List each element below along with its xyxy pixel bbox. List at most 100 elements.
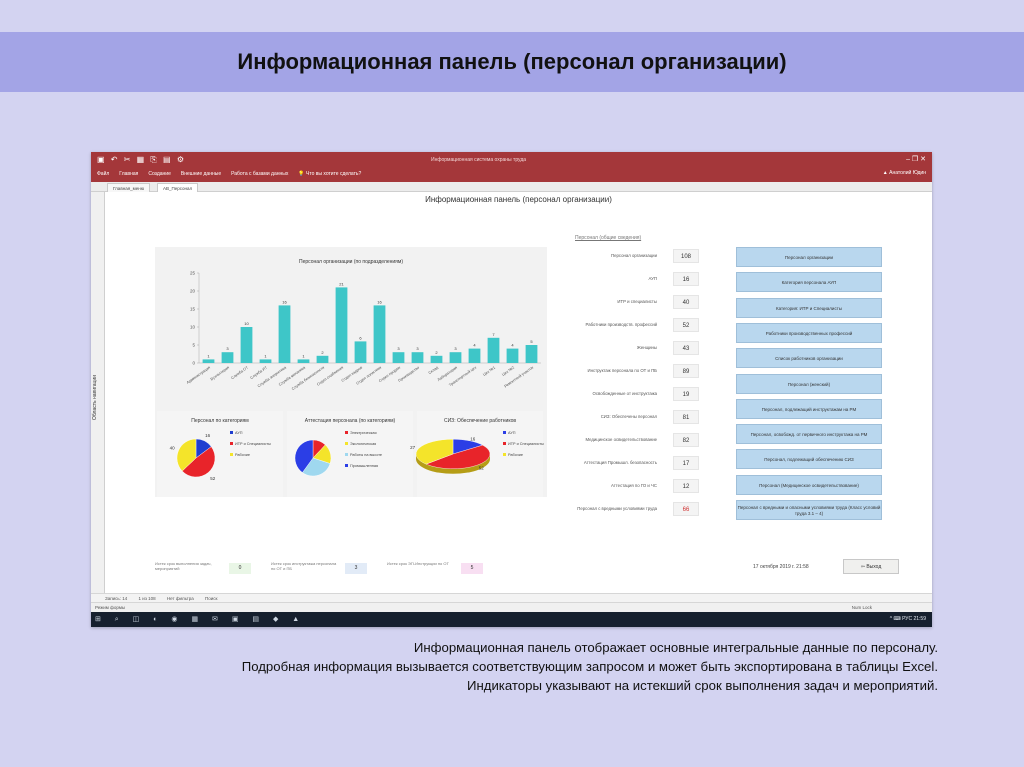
pie-chart: СИЗ: Обеспечение работников 16 52 27 АУП ИТР …	[410, 411, 544, 497]
report-button[interactable]: Категория: ИТР и Специалисты	[736, 297, 882, 318]
stat-value: 17	[673, 456, 699, 470]
doc-tab-main-menu[interactable]: Главная_меню	[107, 183, 151, 192]
legend-swatch	[503, 453, 506, 456]
pie-title: СИЗ: Обеспечение работников	[444, 418, 516, 424]
report-button[interactable]: Персонал (женский)	[736, 373, 882, 394]
legend-label: ИТР и Специалисты	[508, 442, 544, 446]
record-navigator: Запись: 14 1 из 108 Нет фильтра Поиск	[91, 593, 932, 602]
pie-data-label: 16	[205, 433, 211, 438]
stats-header[interactable]: Персонал (общие сведения)	[575, 235, 641, 241]
pie-data-label: 52	[210, 476, 216, 481]
legend-swatch	[345, 453, 348, 456]
window-controls[interactable]: – ❐ ✕	[906, 155, 926, 163]
caption-line-2: Подробная информация вызывается соответс…	[241, 659, 938, 674]
legend-label: Электрическая	[350, 431, 377, 435]
status-bar: Режим формы Num Lock	[91, 602, 932, 612]
report-button[interactable]: Персонал, освобожд. от первичного инстру…	[736, 424, 882, 445]
bar	[468, 348, 481, 363]
legend-swatch	[345, 431, 348, 434]
stat-row: Освобожденные от инструктажа 19	[571, 387, 701, 402]
stat-value: 82	[673, 433, 699, 447]
stat-value: 19	[673, 387, 699, 401]
stat-label: Работники производств. профессий	[585, 322, 657, 327]
report-button[interactable]: Работники производственных профессий	[736, 322, 882, 343]
menu-file[interactable]: Файл	[97, 171, 109, 177]
record-search[interactable]: Поиск	[205, 596, 217, 601]
exit-icon: ⇦	[860, 564, 865, 570]
user-account[interactable]: ▲ Анатолий Юдин	[883, 170, 926, 176]
bar-chart-bg	[157, 249, 545, 407]
stat-label: Медицинское освидетельствование	[585, 437, 657, 442]
bar	[487, 337, 500, 363]
legend-label: Рабочие	[235, 453, 250, 457]
stat-label: Женщины	[636, 345, 657, 350]
report-button[interactable]: Персонал (Медицинское освидетельствовани…	[736, 474, 882, 495]
stat-label: АУП	[648, 276, 658, 281]
bar-data-label: 21	[339, 281, 344, 286]
stat-value: 81	[673, 410, 699, 424]
indicator-value[interactable]: 3	[345, 563, 367, 574]
stat-row: Женщины 43	[571, 341, 701, 356]
report-button[interactable]: Список работников организации	[736, 348, 882, 369]
pie-data-label: 40	[170, 446, 176, 451]
bar-chart: Персонал организации (по подразделениям)…	[157, 249, 545, 407]
pie-chart: Аттестация персонала (по категориям) Элек…	[287, 411, 413, 497]
bar	[259, 359, 272, 363]
legend-label: Рабочие	[508, 453, 523, 457]
record-position[interactable]: 1 из 108	[139, 596, 156, 601]
exit-button[interactable]: ⇦ Выход	[843, 559, 899, 574]
stat-row: Аттестация по ГО и ЧС 12	[571, 479, 701, 494]
bar-chart-title: Персонал организации (по подразделениям)	[299, 259, 403, 265]
navigation-pane-label: Область навигации	[92, 375, 98, 420]
bar	[525, 345, 538, 363]
filter-status[interactable]: Нет фильтра	[167, 596, 194, 601]
indicator-label: Истек срок инструктажа персонала по ОТ и…	[271, 561, 337, 571]
ribbon-menu: Файл Главная Создание Внешние данные Раб…	[97, 171, 361, 177]
quick-access-toolbar[interactable]: ▣ ↶ ✂ ▦ ⎘ ▤ ⚙	[97, 155, 186, 165]
legend-swatch	[503, 431, 506, 434]
menu-database-tools[interactable]: Работа с базами данных	[231, 171, 288, 177]
doc-tab-personnel[interactable]: AB_Персонал	[157, 183, 199, 192]
app-title-bar: ▣ ↶ ✂ ▦ ⎘ ▤ ⚙ Информационная система охр…	[91, 152, 932, 182]
stat-row: Персонал с вредными условиями труда 66	[571, 502, 701, 517]
slide-caption: Информационная панель отображает основны…	[178, 638, 938, 695]
report-button[interactable]: Персонал, подлежащий инструктажам на РМ	[736, 398, 882, 419]
bar	[354, 341, 367, 363]
stat-value: 16	[673, 272, 699, 286]
report-button[interactable]: Персонал с вредными и опасными условиями…	[736, 500, 882, 520]
report-button[interactable]: Категория персонала АУП	[736, 272, 882, 293]
current-datetime: 17 октября 2019 г. 21:58	[753, 564, 809, 570]
bar-data-label: 10	[244, 321, 249, 326]
system-tray[interactable]: ^ ⌨ РУС 21:59	[890, 616, 926, 622]
form-mode: Режим формы	[95, 605, 126, 610]
navigation-pane[interactable]: Область навигации	[91, 192, 105, 599]
menu-create[interactable]: Создание	[148, 171, 171, 177]
warning-icon: ▲	[882, 170, 888, 176]
caption-line-3: Индикаторы указывают на истекший срок вы…	[466, 678, 938, 693]
taskbar-icons[interactable]: ⊞ ⌕ ◫ ◐ ◉ ▦ ✉ ▣ ▤ ◆ ▲	[95, 615, 305, 624]
stat-row: Медицинское освидетельствование 82	[571, 433, 701, 448]
stat-label: СИЗ: Обеспечены персонал	[600, 414, 657, 419]
lightbulb-icon: 💡	[298, 171, 305, 177]
menu-home[interactable]: Главная	[119, 171, 138, 177]
y-tick-label: 10	[190, 325, 196, 330]
report-button[interactable]: Персонал, подлежащий обеспечению СИЗ	[736, 449, 882, 470]
legend-swatch	[345, 464, 348, 467]
indicator-value[interactable]: 0	[229, 563, 251, 574]
menu-external-data[interactable]: Внешние данные	[181, 171, 221, 177]
window-title: Информационная система охраны труда	[431, 157, 527, 163]
bar	[449, 352, 462, 363]
bar	[202, 359, 215, 363]
report-button[interactable]: Персонал организации	[736, 247, 882, 267]
bar	[506, 348, 519, 363]
legend-swatch	[230, 431, 233, 434]
legend-label: Работы на высоте	[350, 453, 382, 457]
bar	[316, 355, 329, 363]
indicator-value[interactable]: 5	[461, 563, 483, 574]
tell-me-search[interactable]: 💡 Что вы хотите сделать?	[298, 171, 361, 177]
stat-value: 40	[673, 295, 699, 309]
stat-label: Персонал организации	[611, 253, 657, 258]
stat-label: ИТР и специалисты	[617, 299, 657, 304]
pie-data-label: 52	[479, 465, 485, 470]
stat-row: Персонал организации 108	[571, 249, 701, 264]
